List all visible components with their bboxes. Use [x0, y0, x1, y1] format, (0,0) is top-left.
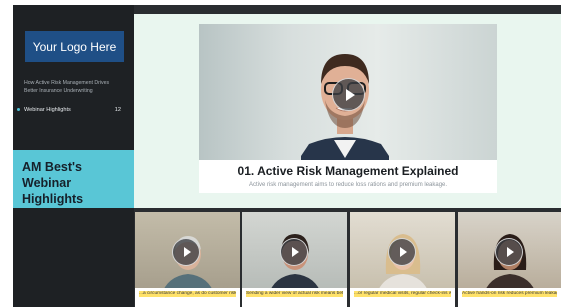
active-dot-icon [17, 108, 20, 111]
banner-line-1: AM Best's [22, 160, 82, 174]
thumbnail-caption: ...or regular medical visits, regular ch… [354, 291, 451, 297]
featured-video[interactable] [199, 24, 497, 160]
play-icon[interactable] [280, 238, 308, 266]
sidebar-item-count: 12 [114, 106, 121, 113]
thumbnail-caption: Sending a wider view of actual risk mean… [246, 291, 343, 297]
video-thumbnail-2[interactable]: Sending a wider view of actual risk mean… [242, 212, 347, 307]
video-thumbnail-4[interactable]: Active hands-on risk reduces premium lea… [458, 212, 561, 307]
logo-text: Your Logo Here [32, 39, 117, 54]
webinar-description: How Active Risk Management Drives Better… [24, 80, 110, 94]
video-title: 01. Active Risk Management Explained [237, 164, 459, 178]
featured-caption: 01. Active Risk Management Explained Act… [199, 160, 497, 193]
play-icon[interactable] [172, 238, 200, 266]
video-thumbnail-1[interactable]: ...a circumstance change, as do customer… [135, 212, 240, 307]
play-icon[interactable] [388, 238, 416, 266]
sidebar-item-label: Webinar Highlights [24, 106, 71, 113]
video-thumbnail-3[interactable]: ...or regular medical visits, regular ch… [350, 212, 455, 307]
thumbnail-caption: Active hands-on risk reduces premium lea… [462, 291, 557, 297]
thumbnail-caption: ...a circumstance change, as do customer… [139, 291, 236, 297]
webinar-highlights-banner: AM Best's Webinar Highlights [13, 150, 134, 208]
play-icon[interactable] [332, 78, 365, 111]
play-icon[interactable] [495, 238, 523, 266]
banner-line-2: Webinar Highlights [22, 176, 84, 206]
sidebar-item-webinar-highlights[interactable]: Webinar Highlights 12 [17, 105, 121, 114]
logo: Your Logo Here [25, 31, 124, 62]
video-subtitle: Active risk management aims to reduce lo… [248, 182, 448, 188]
